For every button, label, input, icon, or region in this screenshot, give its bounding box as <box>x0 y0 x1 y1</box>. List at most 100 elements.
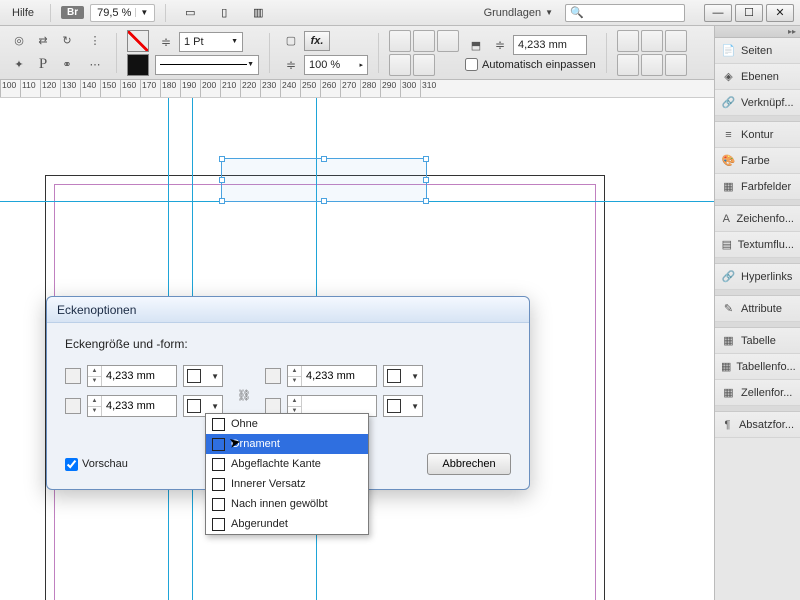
workspace-label: Grundlagen <box>484 7 542 19</box>
ruler-tick: 120 <box>40 80 60 97</box>
stroke-style-field[interactable]: ▼ <box>155 55 259 75</box>
panel-verknpf[interactable]: 🔗Verknüpf... <box>715 90 800 116</box>
corner-tl-shape[interactable]: ▼ <box>183 365 223 387</box>
corner-icon[interactable]: ⬒ <box>465 34 487 56</box>
dropdown-option[interactable]: Ohne <box>206 414 368 434</box>
dropdown-option[interactable]: Abgeflachte Kante <box>206 454 368 474</box>
workspace-switcher[interactable]: Grundlagen ▼ <box>478 5 559 21</box>
ruler-tick: 100 <box>0 80 20 97</box>
corner-bl-icon[interactable] <box>65 398 81 414</box>
center-content-button[interactable] <box>389 54 411 76</box>
search-input[interactable] <box>588 7 678 19</box>
corner-radius-field[interactable]: 4,233 mm <box>513 35 587 55</box>
link-chain-icon[interactable]: ⛓ <box>235 375 253 415</box>
preview-input[interactable] <box>65 458 78 471</box>
fill-frame-button[interactable] <box>413 54 435 76</box>
search-icon: 🔍 <box>570 6 584 19</box>
opacity-field[interactable]: 100 % ▸ <box>304 55 368 75</box>
search-field[interactable]: 🔍 <box>565 4 685 22</box>
misc-button-1[interactable] <box>617 30 639 52</box>
menu-help[interactable]: Hilfe <box>6 5 40 21</box>
fit-prop-button[interactable] <box>437 30 459 52</box>
minimize-button[interactable]: — <box>704 4 732 22</box>
maximize-button[interactable]: ☐ <box>735 4 763 22</box>
stroke-weight-stepper[interactable]: ≑ <box>155 31 177 53</box>
ruler-tick: 240 <box>280 80 300 97</box>
shape-swatch-icon <box>212 498 225 511</box>
ruler-tick: 230 <box>260 80 280 97</box>
corner-tl-input[interactable] <box>102 370 170 382</box>
opacity-stepper[interactable]: ≑ <box>280 54 302 76</box>
align-icon[interactable]: ⋯ <box>84 54 106 76</box>
ruler-tick: 190 <box>180 80 200 97</box>
misc-button-2[interactable] <box>641 30 663 52</box>
corner-tr-size[interactable]: ▲▼ <box>287 365 377 387</box>
misc-button-3[interactable] <box>665 30 687 52</box>
corner-tl-size[interactable]: ▲▼ <box>87 365 177 387</box>
link-icon[interactable]: ⚭ <box>56 54 78 76</box>
panel-seiten[interactable]: 📄Seiten <box>715 38 800 64</box>
dialog-titlebar[interactable]: Eckenoptionen <box>47 297 529 323</box>
zoom-level[interactable]: 79,5 % ▼ <box>90 4 155 22</box>
view-mode-button-1[interactable]: ▭ <box>176 3 204 23</box>
effects-button[interactable]: fx. <box>304 31 330 51</box>
corner-bl-size[interactable]: ▲▼ <box>87 395 177 417</box>
opacity-icon[interactable]: ▢ <box>280 30 302 52</box>
paragraph-icon[interactable]: P <box>32 54 54 76</box>
panel-farbe[interactable]: 🎨Farbe <box>715 148 800 174</box>
separator <box>116 33 117 73</box>
anchor-icon[interactable]: ✦ <box>8 54 30 76</box>
dropdown-option[interactable]: Abgerundet <box>206 514 368 534</box>
corner-shape-dropdown[interactable]: OhneOrnamentAbgeflachte KanteInnerer Ver… <box>205 413 369 535</box>
corner-br-icon[interactable] <box>265 398 281 414</box>
corner-tr-input[interactable] <box>302 370 370 382</box>
corner-br-shape[interactable]: ▼ <box>383 395 423 417</box>
panel-tabelle[interactable]: ▦Tabelle <box>715 328 800 354</box>
dropdown-arrow-icon: ▼ <box>247 61 254 68</box>
transform-icon[interactable]: ◎ <box>8 30 30 52</box>
bridge-button[interactable]: Br <box>61 6 84 19</box>
auto-fit-checkbox[interactable]: Automatisch einpassen <box>465 58 596 71</box>
view-mode-button-2[interactable]: ▯ <box>210 3 238 23</box>
corner-bl-input[interactable] <box>102 400 170 412</box>
panel-zeichenfo[interactable]: AZeichenfo... <box>715 206 800 232</box>
panel-textumflu[interactable]: ▤Textumflu... <box>715 232 800 258</box>
panel-kontur[interactable]: ≡Kontur <box>715 122 800 148</box>
fill-color-swatch[interactable] <box>127 30 149 52</box>
view-mode-button-3[interactable]: ▥ <box>244 3 272 23</box>
corner-tr-shape[interactable]: ▼ <box>383 365 423 387</box>
fit-content-button[interactable] <box>389 30 411 52</box>
auto-fit-input[interactable] <box>465 58 478 71</box>
panel-zellenfor[interactable]: ▦Zellenfor... <box>715 380 800 406</box>
panel-icon: ≡ <box>721 127 736 142</box>
selected-frame[interactable] <box>221 158 427 202</box>
misc-button-6[interactable] <box>665 54 687 76</box>
panel-icon: 📄 <box>721 43 736 58</box>
distribute-icon[interactable]: ⋮ <box>84 30 106 52</box>
dropdown-option[interactable]: Nach innen gewölbt <box>206 494 368 514</box>
panel-absatzfor[interactable]: ¶Absatzfor... <box>715 412 800 438</box>
misc-button-4[interactable] <box>617 54 639 76</box>
corner-tr-icon[interactable] <box>265 368 281 384</box>
preview-checkbox[interactable]: Vorschau <box>65 458 128 471</box>
panel-farbfelder[interactable]: ▦Farbfelder <box>715 174 800 200</box>
ruler-tick: 260 <box>320 80 340 97</box>
corner-tl-icon[interactable] <box>65 368 81 384</box>
rotate-icon[interactable]: ↻ <box>56 30 78 52</box>
dock-collapse[interactable]: ▸▸ <box>715 26 800 38</box>
panel-attribute[interactable]: ✎Attribute <box>715 296 800 322</box>
stroke-color-swatch[interactable] <box>127 54 149 76</box>
corner-br-input[interactable] <box>302 400 342 412</box>
panel-ebenen[interactable]: ◈Ebenen <box>715 64 800 90</box>
corner-stepper[interactable]: ≑ <box>489 34 511 56</box>
flip-h-icon[interactable]: ⇄ <box>32 30 54 52</box>
option-label: Ohne <box>231 418 258 430</box>
panel-tabellenfo[interactable]: ▦Tabellenfo... <box>715 354 800 380</box>
panel-hyperlinks[interactable]: 🔗Hyperlinks <box>715 264 800 290</box>
stroke-weight-field[interactable]: 1 Pt ▼ <box>179 32 243 52</box>
misc-button-5[interactable] <box>641 54 663 76</box>
dropdown-option[interactable]: Innerer Versatz <box>206 474 368 494</box>
cancel-button[interactable]: Abbrechen <box>427 453 511 475</box>
fit-frame-button[interactable] <box>413 30 435 52</box>
close-button[interactable]: ✕ <box>766 4 794 22</box>
